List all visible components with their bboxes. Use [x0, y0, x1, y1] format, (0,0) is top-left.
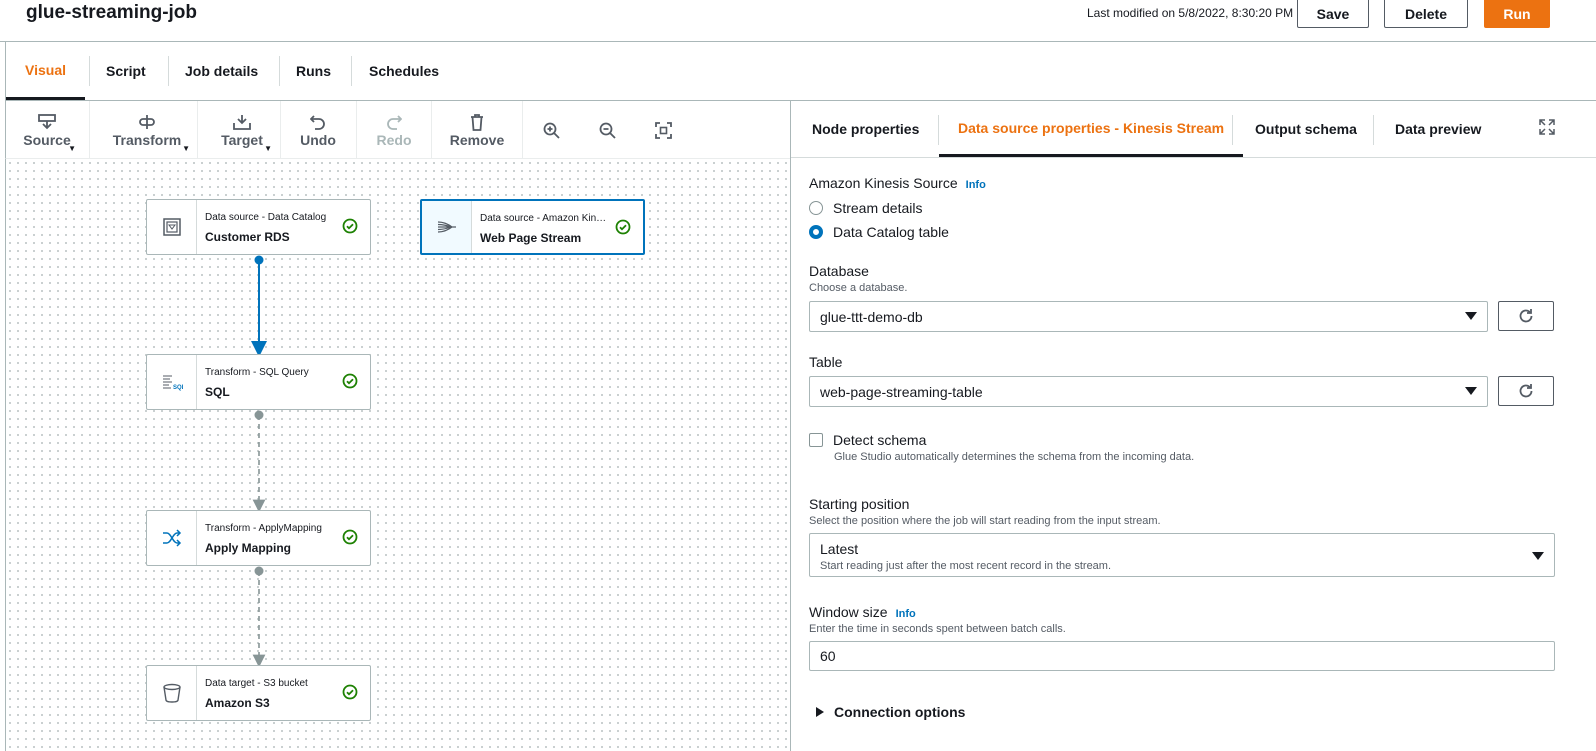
success-check-icon — [342, 218, 358, 239]
job-tabs: Visual Script Job details Runs Schedules — [5, 42, 1596, 101]
tab-data-preview[interactable]: Data preview — [1395, 101, 1481, 157]
shuffle-icon — [147, 511, 197, 565]
caret-down-icon — [1465, 312, 1477, 320]
node-customer-rds[interactable]: Data source - Data Catalog Customer RDS — [146, 199, 371, 255]
node-sql[interactable]: SQL Transform - SQL Query SQL — [146, 354, 371, 410]
zoom-in-button[interactable] — [540, 101, 562, 159]
canvas-toolbar: Source ▼ Transform ▼ Target ▼ Undo Redo — [5, 101, 803, 159]
success-check-icon — [342, 684, 358, 705]
tab-schedules[interactable]: Schedules — [369, 42, 439, 100]
data-catalog-icon — [147, 200, 197, 254]
info-link[interactable]: Info — [966, 179, 986, 191]
node-amazon-s3[interactable]: Data target - S3 bucket Amazon S3 — [146, 665, 371, 721]
source-button[interactable]: Source ▼ — [20, 101, 76, 159]
kinesis-stream-icon — [422, 201, 472, 253]
tab-output-schema[interactable]: Output schema — [1255, 101, 1357, 157]
radio-stream-details-label: Stream details — [833, 200, 923, 216]
redo-icon — [386, 112, 402, 132]
chevron-down-icon: ▼ — [68, 144, 76, 153]
success-check-icon — [342, 373, 358, 394]
edge-sql-to-mapping[interactable] — [252, 410, 266, 513]
refresh-icon — [1519, 309, 1533, 323]
job-header: glue-streaming-job Last modified on 5/8/… — [0, 0, 1596, 42]
save-button[interactable]: Save — [1297, 0, 1369, 28]
source-icon — [38, 112, 56, 132]
caret-down-icon — [1465, 387, 1477, 395]
run-button[interactable]: Run — [1484, 0, 1550, 28]
tab-script[interactable]: Script — [106, 42, 146, 100]
starting-position-label: Starting position — [809, 496, 910, 512]
database-refresh-button[interactable] — [1498, 301, 1554, 331]
edge-customer-to-sql[interactable] — [251, 255, 267, 357]
detect-schema-checkbox[interactable] — [809, 433, 823, 447]
chevron-down-icon: ▼ — [182, 144, 190, 153]
undo-icon — [310, 112, 326, 132]
tab-runs[interactable]: Runs — [296, 42, 331, 100]
tab-data-source-properties[interactable]: Data source properties - Kinesis Stream — [939, 101, 1244, 157]
redo-button[interactable]: Redo — [372, 101, 416, 159]
database-select[interactable]: glue-ttt-demo-db — [809, 301, 1488, 332]
caret-right-icon — [816, 707, 824, 717]
tab-divider — [89, 56, 90, 86]
refresh-icon — [1519, 384, 1533, 398]
starting-position-select[interactable]: Latest Start reading just after the most… — [809, 533, 1555, 577]
edges — [251, 255, 267, 668]
transform-button[interactable]: Transform ▼ — [106, 101, 190, 159]
table-refresh-button[interactable] — [1498, 376, 1554, 406]
tab-divider — [168, 56, 169, 86]
success-check-icon — [342, 529, 358, 550]
trash-icon — [470, 112, 484, 132]
node-web-page-stream[interactable]: Data source - Amazon Kinesis Web Page St… — [420, 199, 645, 255]
last-modified-text: Last modified on 5/8/2022, 8:30:20 PM — [1087, 6, 1294, 20]
job-title: glue-streaming-job — [26, 2, 198, 23]
chevron-down-icon: ▼ — [264, 144, 272, 153]
database-label: Database — [809, 263, 869, 279]
table-label: Table — [809, 354, 843, 370]
properties-panel: Node properties Data source properties -… — [790, 101, 1596, 751]
kinesis-source-label: Amazon Kinesis Source Info — [809, 175, 986, 191]
radio-data-catalog-table[interactable] — [809, 225, 823, 239]
detect-schema-description: Glue Studio automatically determines the… — [834, 451, 1195, 463]
fit-to-screen-icon — [654, 120, 672, 140]
zoom-out-button[interactable] — [596, 101, 618, 159]
svg-text:SQL: SQL — [173, 385, 183, 391]
sql-query-icon: SQL — [147, 355, 197, 409]
target-button[interactable]: Target ▼ — [214, 101, 272, 159]
zoom-in-icon — [543, 120, 560, 140]
caret-down-icon — [1532, 552, 1544, 560]
fit-to-screen-button[interactable] — [652, 101, 674, 159]
window-size-input[interactable] — [809, 641, 1555, 671]
window-size-label: Window size Info — [809, 604, 916, 620]
table-select[interactable]: web-page-streaming-table — [809, 376, 1488, 407]
tab-visual[interactable]: Visual — [6, 42, 85, 100]
transform-icon — [138, 112, 156, 132]
tab-node-properties[interactable]: Node properties — [812, 101, 919, 157]
zoom-out-icon — [599, 120, 616, 140]
s3-bucket-icon — [147, 666, 197, 720]
panel-tabs: Node properties Data source properties -… — [791, 101, 1596, 158]
radio-data-catalog-table-label: Data Catalog table — [833, 224, 949, 240]
tab-divider — [351, 56, 352, 86]
edge-mapping-to-s3[interactable] — [252, 566, 266, 668]
database-description: Choose a database. — [809, 282, 908, 294]
job-graph-canvas[interactable]: Data source - Data Catalog Customer RDS … — [5, 159, 790, 751]
target-icon — [233, 112, 251, 132]
info-link[interactable]: Info — [896, 608, 916, 620]
remove-button[interactable]: Remove — [448, 101, 506, 159]
undo-button[interactable]: Undo — [296, 101, 340, 159]
delete-button[interactable]: Delete — [1384, 0, 1468, 28]
tab-job-details[interactable]: Job details — [185, 42, 258, 100]
node-apply-mapping[interactable]: Transform - ApplyMapping Apply Mapping — [146, 510, 371, 566]
radio-stream-details[interactable] — [809, 201, 823, 215]
success-check-icon — [615, 219, 631, 240]
connection-options-expander[interactable]: Connection options — [815, 704, 965, 720]
window-size-description: Enter the time in seconds spent between … — [809, 623, 1066, 635]
expand-icon[interactable] — [1539, 119, 1555, 140]
detect-schema-label: Detect schema — [833, 432, 927, 448]
tab-divider — [279, 56, 280, 86]
starting-position-description: Select the position where the job will s… — [809, 515, 1161, 527]
